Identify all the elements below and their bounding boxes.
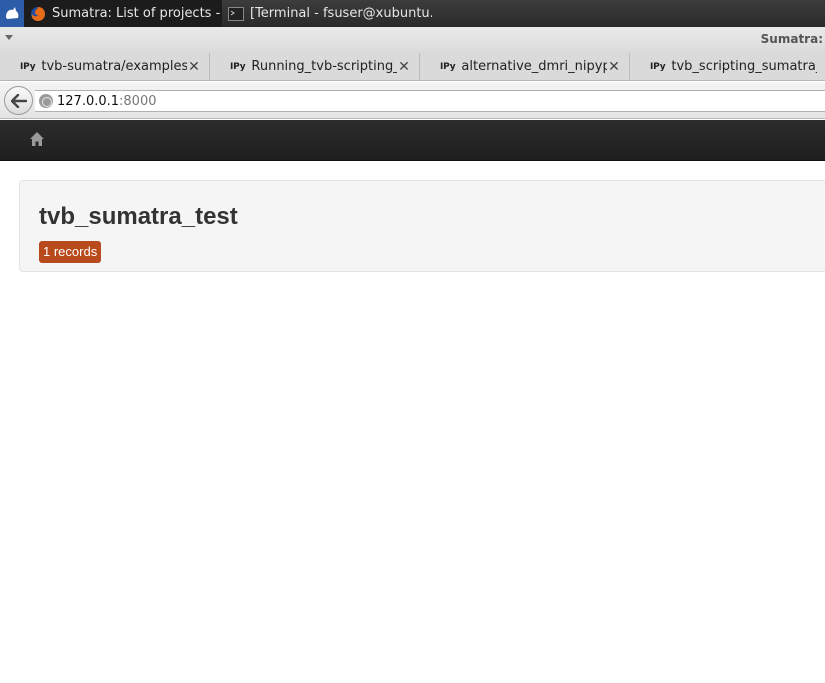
ipython-icon: IPy — [230, 61, 246, 72]
browser-tab[interactable]: IPy tvb-sumatra/examples/... ✕ — [0, 53, 210, 80]
records-badge: 1 records — [39, 241, 102, 263]
tab-label: Running_tvb-scripting_... — [251, 59, 397, 74]
taskbar-item-terminal[interactable]: [Terminal - fsuser@xubuntu... — [222, 0, 432, 27]
close-icon[interactable]: ✕ — [187, 59, 201, 75]
home-icon[interactable] — [29, 131, 45, 147]
menu-dropdown-icon[interactable] — [5, 35, 13, 40]
ipython-icon: IPy — [650, 61, 666, 72]
tab-strip: IPy tvb-sumatra/examples/... ✕ IPy Runni… — [0, 51, 825, 81]
taskbar-item-label: Sumatra: List of projects - ... — [52, 6, 222, 21]
browser-tab[interactable]: IPy alternative_dmri_nipyp... ✕ — [420, 53, 630, 80]
taskbar-item-label: [Terminal - fsuser@xubuntu... — [250, 6, 432, 21]
os-taskbar: Sumatra: List of projects - ... [Termina… — [0, 0, 825, 27]
browser-titlebar: Sumatra: — [0, 27, 825, 51]
browser-tab[interactable]: IPy tvb_scripting_sumatra_... — [630, 53, 825, 80]
window-title: Sumatra: — [760, 32, 823, 46]
project-card[interactable]: tvb_sumatra_test 1 records — [19, 180, 825, 272]
xfce-menu-icon[interactable] — [0, 0, 24, 27]
browser-tab[interactable]: IPy Running_tvb-scripting_... ✕ — [210, 53, 420, 80]
ipython-icon: IPy — [440, 61, 456, 72]
close-icon[interactable]: ✕ — [607, 59, 621, 75]
url-port: :8000 — [119, 93, 157, 109]
project-title[interactable]: tvb_sumatra_test — [39, 203, 238, 231]
globe-icon — [39, 94, 53, 108]
tab-label: alternative_dmri_nipyp... — [461, 59, 607, 74]
site-navbar — [0, 120, 825, 161]
close-icon[interactable]: ✕ — [397, 59, 411, 75]
tab-label: tvb_scripting_sumatra_... — [671, 59, 817, 74]
firefox-icon — [30, 6, 46, 22]
back-button[interactable] — [4, 86, 33, 115]
browser-navbar: 127.0.0.1 :8000 — [0, 82, 825, 119]
url-bar[interactable]: 127.0.0.1 :8000 — [35, 90, 825, 112]
back-arrow-icon — [10, 93, 27, 108]
url-host: 127.0.0.1 — [57, 93, 120, 109]
tab-label: tvb-sumatra/examples/... — [41, 59, 187, 74]
taskbar-item-firefox[interactable]: Sumatra: List of projects - ... — [24, 0, 222, 27]
ipython-icon: IPy — [20, 61, 36, 72]
terminal-icon — [228, 6, 244, 22]
